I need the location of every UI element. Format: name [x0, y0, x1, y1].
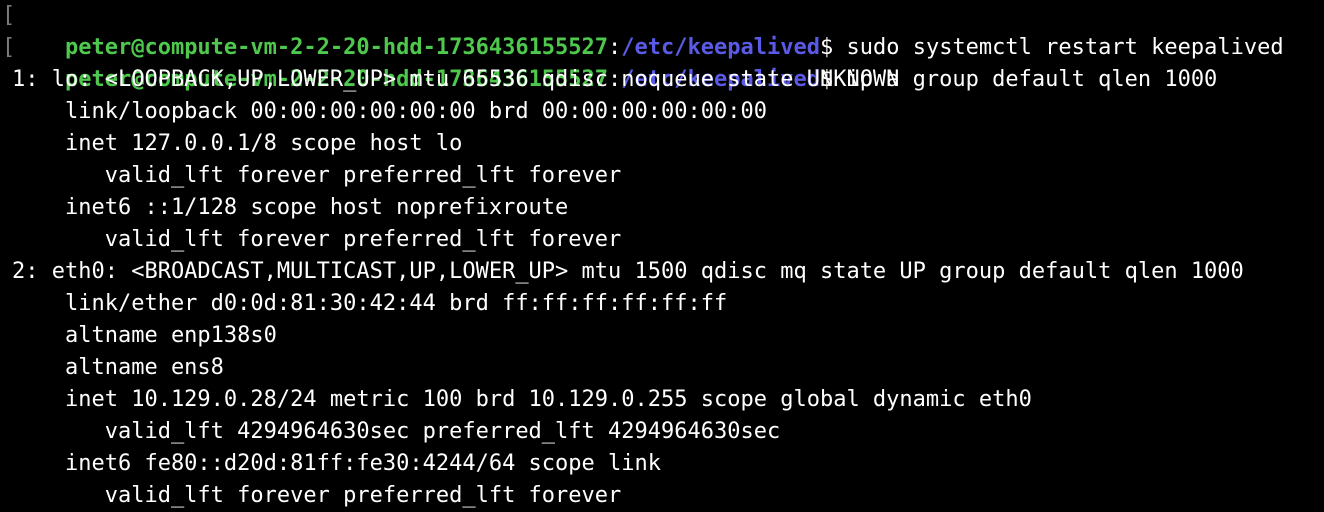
output-line: inet 127.0.0.1/8 scope host lo	[12, 131, 463, 156]
output-line: altname ens8	[12, 355, 224, 380]
output-line: inet 10.129.0.28/24 metric 100 brd 10.12…	[12, 387, 1032, 412]
output-line: inet6 fe80::d20d:81ff:fe30:4244/64 scope…	[12, 451, 662, 476]
output-line: valid_lft forever preferred_lft forever	[12, 163, 622, 188]
output-line: 2: eth0: <BROADCAST,MULTICAST,UP,LOWER_U…	[12, 259, 1244, 284]
output-line: link/ether d0:0d:81:30:42:44 brd ff:ff:f…	[12, 291, 728, 316]
output-line: altname enp138s0	[12, 323, 277, 348]
output-line: inet6 ::1/128 scope host noprefixroute	[12, 195, 569, 220]
terminal-window[interactable]: [peter@compute-vm-2-2-20-hdd-17364361555…	[0, 0, 1324, 508]
prompt-line-2: [peter@compute-vm-2-2-20-hdd-17364361555…	[0, 32, 1324, 92]
output-line: valid_lft 4294964630sec preferred_lft 42…	[12, 419, 781, 444]
output-line: 1: lo: <LOOPBACK,UP,LOWER_UP> mtu 65536 …	[12, 67, 1218, 92]
prompt-bracket: [	[2, 3, 16, 28]
prompt-line-1: [peter@compute-vm-2-2-20-hdd-17364361555…	[0, 0, 1324, 60]
output-line: valid_lft forever preferred_lft forever	[12, 227, 622, 252]
prompt-bracket: [	[2, 35, 16, 60]
output-line: link/loopback 00:00:00:00:00:00 brd 00:0…	[12, 99, 767, 124]
output-line: valid_lft forever preferred_lft forever	[12, 483, 622, 508]
